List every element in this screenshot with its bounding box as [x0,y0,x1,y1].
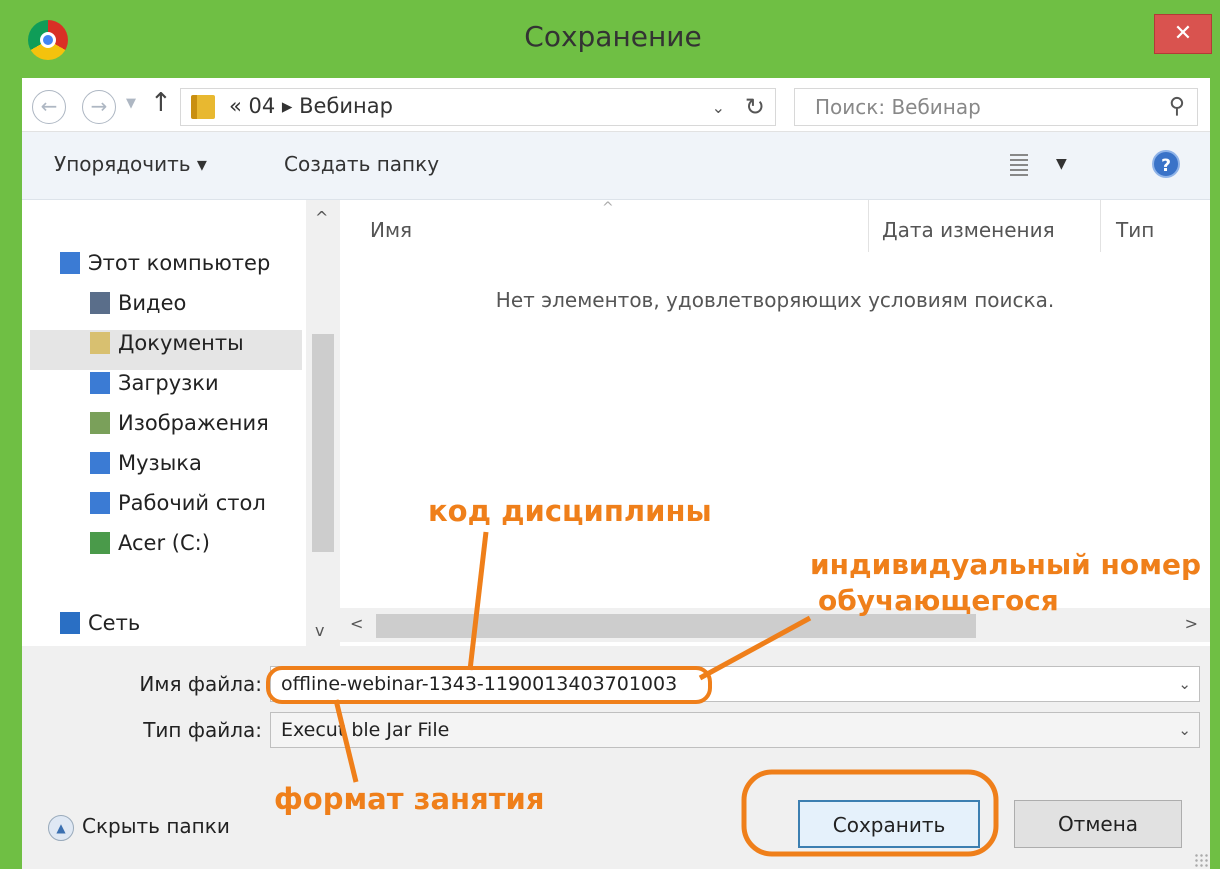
organize-button[interactable]: Упорядочить ▾ [54,152,207,176]
back-button[interactable]: ← [32,90,66,124]
column-header-type[interactable]: Тип [1116,218,1154,242]
command-bar: Упорядочить ▾ Создать папку ▼ ? [22,132,1210,200]
new-folder-button[interactable]: Создать папку [284,152,439,176]
filetype-select[interactable]: Execut ble Jar File ⌄ [270,712,1200,748]
music-folder-icon [90,452,110,474]
video-folder-icon [90,292,110,314]
view-dropdown-icon[interactable]: ▼ [1056,156,1067,172]
cancel-button[interactable]: Отмена [1014,800,1182,848]
title-bar: Сохранение ✕ [8,0,1218,80]
column-divider[interactable] [1100,200,1101,252]
close-button[interactable]: ✕ [1154,14,1212,54]
nav-item-drive-c[interactable]: Acer (C:) [90,530,210,570]
up-button[interactable]: ↑ [150,88,172,118]
nav-item-documents[interactable]: Документы [90,330,244,370]
nav-item-network[interactable]: Сеть [60,610,140,650]
chevron-down-icon[interactable]: ⌄ [712,98,725,117]
column-header-name[interactable]: Имя [370,218,412,242]
recent-locations-dropdown-icon[interactable]: ▼ [126,96,136,111]
chevron-down-icon[interactable]: ⌄ [1178,721,1191,739]
scrollbar-thumb[interactable] [376,614,976,638]
nav-item-this-pc[interactable]: Этот компьютер [60,250,270,290]
scroll-up-icon[interactable]: ^ [315,208,328,227]
nav-item-music[interactable]: Музыка [90,450,202,490]
save-button[interactable]: Сохранить [798,800,980,848]
scrollbar-thumb[interactable] [312,334,334,552]
scroll-left-icon[interactable]: < [350,614,363,633]
column-divider[interactable] [868,200,869,252]
address-path: « 04 ▸ Вебинар [229,94,393,118]
column-header-date[interactable]: Дата изменения [882,218,1055,242]
annotation-discipline-code: код дисциплины [428,494,712,528]
filename-value: offline-webinar-1343-1190013403701003 [281,673,678,695]
folder-icon [191,95,215,119]
scroll-down-icon[interactable]: v [315,621,324,640]
desktop-folder-icon [90,492,110,514]
drive-icon [90,532,110,554]
address-bar[interactable]: « 04 ▸ Вебинар ⌄ ↻ [180,88,776,126]
file-horizontal-scrollbar[interactable]: < > [340,608,1210,642]
annotation-lesson-format: формат занятия [274,782,545,816]
view-options-icon[interactable] [1010,154,1028,176]
pictures-folder-icon [90,412,110,434]
filename-label: Имя файла: [139,672,262,696]
filename-input[interactable]: offline-webinar-1343-1190013403701003 ⌄ [270,666,1200,702]
search-icon[interactable]: ⚲ [1169,94,1185,119]
annotation-student-number-line1: индивидуальный номер [810,548,1202,581]
collapse-icon: ▲ [48,814,74,841]
computer-icon [60,252,80,274]
refresh-icon[interactable]: ↻ [745,93,765,121]
network-icon [60,612,80,634]
forward-button[interactable]: → [82,90,116,124]
nav-item-pictures[interactable]: Изображения [90,410,269,450]
hide-folders-label: Скрыть папки [82,814,230,838]
empty-folder-message: Нет элементов, удовлетворяющих условиям … [495,288,1055,312]
help-icon[interactable]: ? [1152,150,1180,178]
filetype-label: Тип файла: [143,718,262,742]
address-row: ← → ▼ ↑ « 04 ▸ Вебинар ⌄ ↻ Поиск: Вебина… [22,78,1210,132]
save-dialog: Сохранение ✕ ← → ▼ ↑ « 04 ▸ Вебинар ⌄ ↻ … [8,0,1218,869]
documents-folder-icon [90,332,110,354]
hide-folders-button[interactable]: ▲ Скрыть папки [48,814,230,841]
scroll-right-icon[interactable]: > [1185,614,1198,633]
nav-item-desktop[interactable]: Рабочий стол [90,490,266,530]
annotation-student-number-line2: обучающегося [818,584,1059,617]
nav-vertical-scrollbar[interactable]: ^ v [306,200,340,646]
window-title: Сохранение [524,20,702,53]
chevron-down-icon[interactable]: ⌄ [1178,675,1191,693]
filetype-value: Execut ble Jar File [281,719,450,741]
dialog-body: ← → ▼ ↑ « 04 ▸ Вебинар ⌄ ↻ Поиск: Вебина… [22,78,1210,869]
sort-arrow-icon: ^ [602,200,614,216]
nav-item-downloads[interactable]: Загрузки [90,370,219,410]
nav-item-video[interactable]: Видео [90,290,186,330]
resize-grip-icon[interactable] [1194,853,1208,867]
navigation-pane: Этот компьютер Видео Документы Загрузки … [22,200,340,646]
downloads-folder-icon [90,372,110,394]
search-input[interactable]: Поиск: Вебинар ⚲ [794,88,1198,126]
search-placeholder: Поиск: Вебинар [815,95,981,119]
